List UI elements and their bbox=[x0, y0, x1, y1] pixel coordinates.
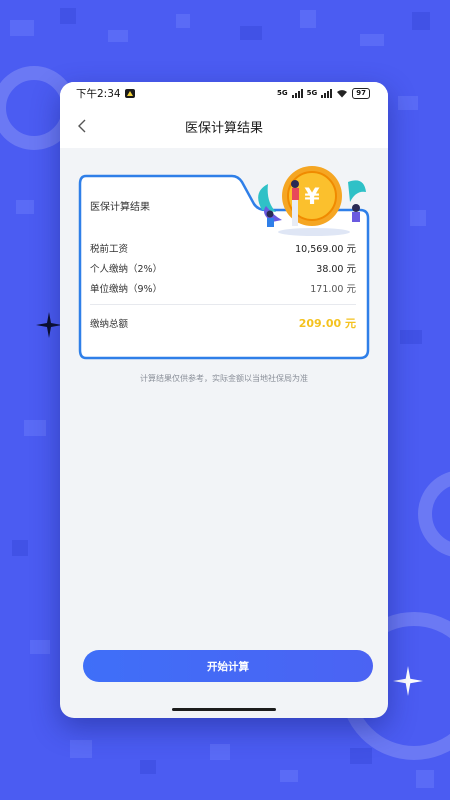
page-title: 医保计算结果 bbox=[184, 120, 263, 136]
disclaimer-text: 计算结果仅供参考，实际金额以当地社保局为准 bbox=[140, 374, 308, 383]
row-value: 171.00 元 bbox=[310, 284, 356, 295]
start-calculation-button[interactable]: 开始计算 bbox=[83, 650, 373, 682]
battery-icon: 97 bbox=[352, 87, 370, 99]
signal-icon bbox=[321, 88, 333, 98]
back-icon[interactable] bbox=[74, 117, 92, 135]
total-value: 209.00 元 bbox=[298, 317, 356, 330]
row-value: 38.00 元 bbox=[316, 264, 356, 275]
coin-illustration: ¥ bbox=[258, 166, 366, 236]
network-label: 5G bbox=[277, 89, 288, 97]
nav-bar: 医保计算结果 bbox=[60, 104, 388, 148]
row-label: 税前工资 bbox=[90, 244, 129, 255]
row-label: 个人缴纳（2%） bbox=[90, 264, 163, 275]
total-label: 缴纳总额 bbox=[90, 319, 129, 330]
phone-screen: 下午2:34 5G 5G 97 医保计算结果 医保计算结果 ¥ 税前工资 10,… bbox=[60, 82, 388, 718]
list-item: 税前工资 10,569.00 元 bbox=[90, 238, 356, 258]
sparkle-icon bbox=[36, 312, 62, 338]
list-item: 单位缴纳（9%） 171.00 元 bbox=[90, 278, 356, 298]
divider bbox=[90, 304, 356, 305]
total-row: 缴纳总额 209.00 元 bbox=[90, 313, 356, 333]
row-value: 10,569.00 元 bbox=[295, 244, 356, 255]
app-notification-icon bbox=[124, 88, 135, 98]
wifi-icon bbox=[337, 89, 348, 97]
sparkle-icon bbox=[393, 666, 423, 696]
result-rows: 税前工资 10,569.00 元 个人缴纳（2%） 38.00 元 单位缴纳（9… bbox=[90, 238, 356, 333]
status-time: 下午2:34 bbox=[76, 87, 121, 100]
row-label: 单位缴纳（9%） bbox=[90, 284, 163, 295]
result-card: 医保计算结果 ¥ 税前工资 10,569.00 元 个人缴纳（2%） 38.00… bbox=[78, 166, 370, 360]
network-label: 5G bbox=[306, 89, 318, 97]
signal-icon bbox=[291, 88, 303, 98]
home-indicator bbox=[172, 708, 276, 711]
card-title: 医保计算结果 bbox=[90, 202, 150, 213]
coin-symbol: ¥ bbox=[304, 185, 320, 210]
list-item: 个人缴纳（2%） 38.00 元 bbox=[90, 258, 356, 278]
status-bar: 下午2:34 5G 5G 97 bbox=[60, 82, 388, 104]
